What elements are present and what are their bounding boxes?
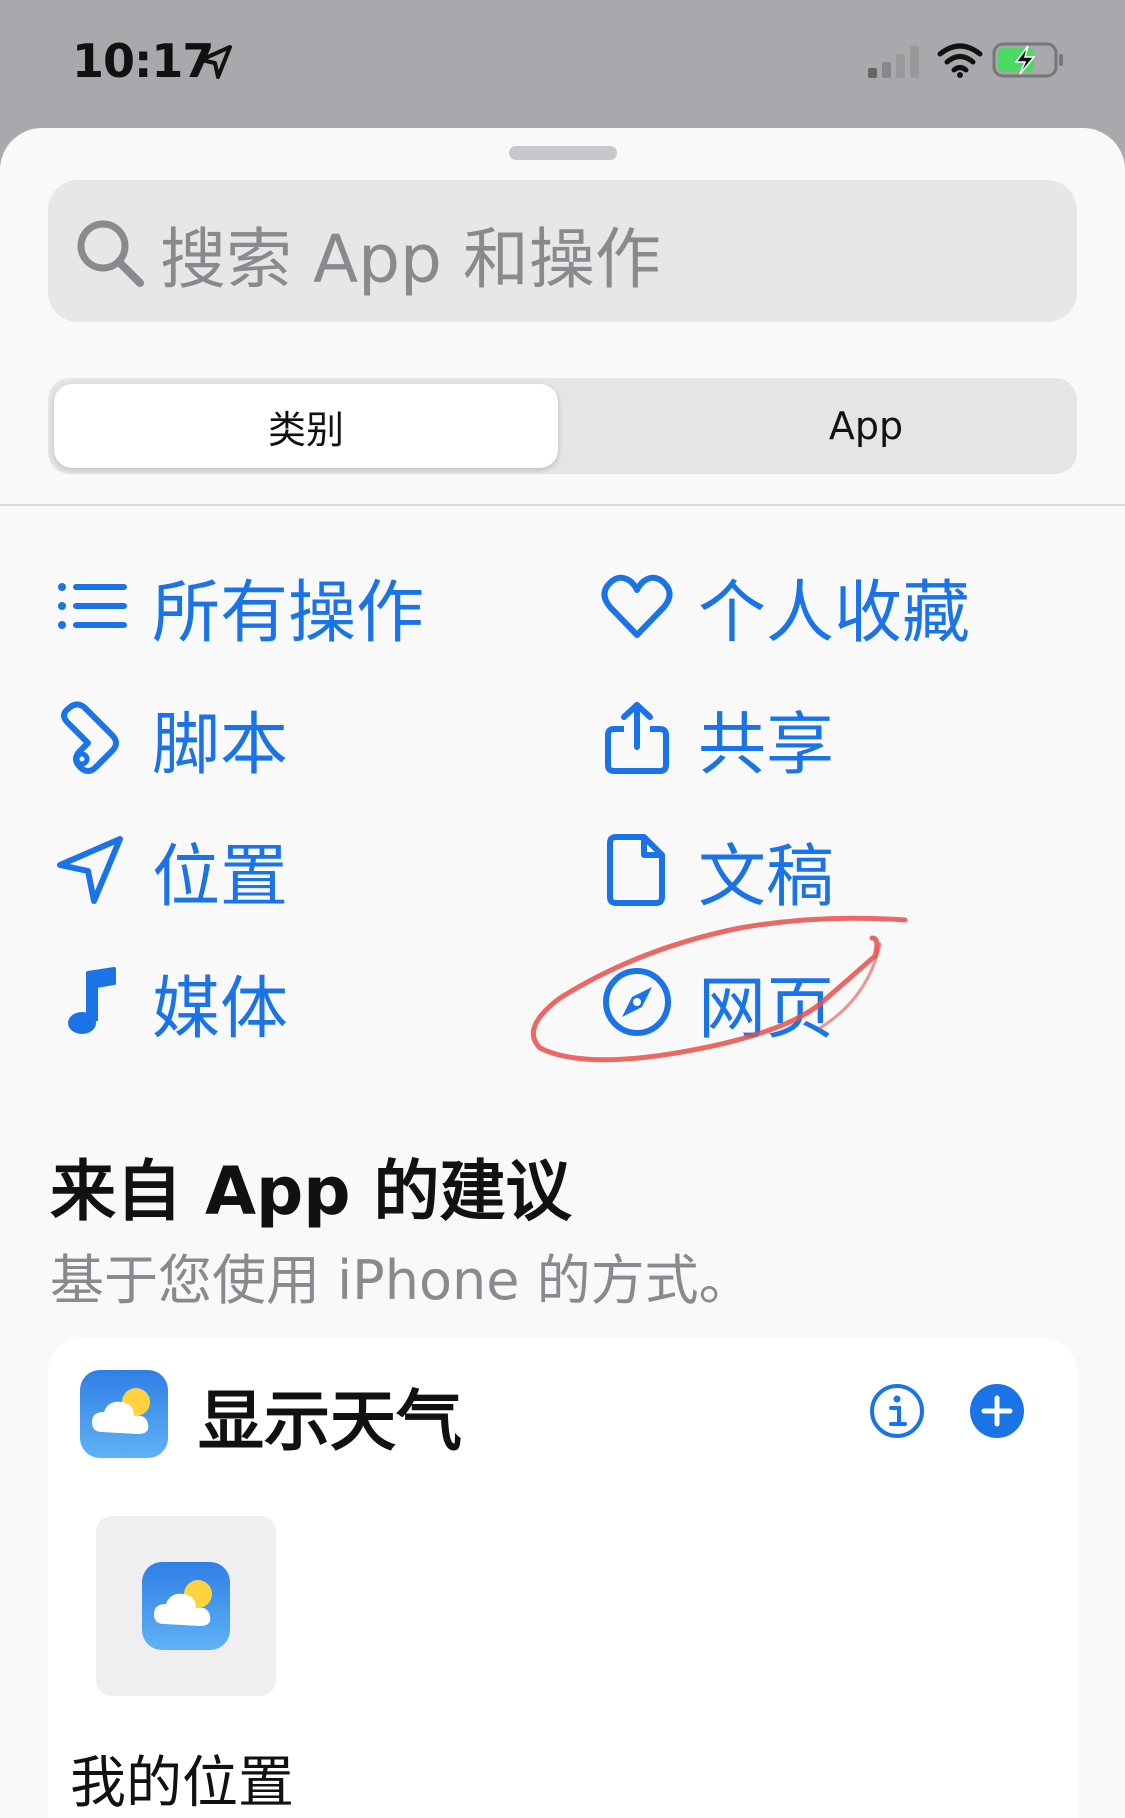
category-label: 脚本 [152,705,289,785]
category-label: 文稿 [698,837,835,917]
divider [0,504,1125,506]
category-label: 所有操作 [152,573,425,653]
category-location[interactable]: 位置 [54,820,288,920]
segment-app[interactable]: App [614,384,1118,468]
suggestions-subtitle: 基于您使用 iPhone 的方式。 [50,1249,753,1312]
weather-app-icon [142,1562,230,1650]
location-arrow-icon [199,45,232,79]
category-documents[interactable]: 文稿 [600,820,834,920]
category-label: 个人收藏 [698,573,971,653]
segmented-control: 类别 App [48,378,1077,474]
sheet-grabber[interactable] [509,146,617,160]
battery-charging-icon [992,42,1063,78]
parameter-tile[interactable] [96,1516,276,1696]
search-placeholder: 搜索 App 和操作 [160,221,661,298]
weather-app-icon [80,1370,168,1458]
action-sheet: 搜索 App 和操作 类别 App 所有操作 脚本 位置 媒体 个人收藏 共享 … [0,128,1125,1818]
category-all-actions[interactable]: 所有操作 [54,556,424,656]
scroll-icon [61,701,119,774]
category-web[interactable]: 网页 [600,952,834,1052]
category-scripting[interactable]: 脚本 [54,688,288,788]
compass-icon [603,968,671,1036]
category-label: 网页 [698,969,835,1049]
add-icon[interactable] [968,1382,1026,1440]
category-sharing[interactable]: 共享 [600,688,834,788]
search-icon [77,220,144,287]
tile-label: 我的位置 [70,1751,294,1816]
suggestions-title: 来自 App 的建议 [50,1153,572,1230]
share-icon [605,702,669,774]
category-favorites[interactable]: 个人收藏 [600,556,970,656]
status-bar: 10:17 [0,0,1125,128]
category-label: 位置 [152,837,289,917]
status-time: 10:17 [72,34,214,88]
category-label: 媒体 [152,969,289,1049]
screen: 10:17 搜索 App 和操作 类别 App 所有操作 脚本 位置 媒体 个人… [0,0,1125,1818]
list-icon [58,583,127,629]
suggestion-card[interactable]: 显示天气 我的位置 [48,1338,1077,1818]
info-icon[interactable] [868,1382,926,1440]
card-title: 显示天气 [198,1383,462,1460]
heart-icon [601,574,673,638]
signal-icon [868,46,919,78]
segment-category[interactable]: 类别 [54,384,558,468]
music-note-icon [68,967,116,1034]
category-media[interactable]: 媒体 [54,952,288,1052]
wifi-icon [937,43,983,78]
location-icon [57,836,123,904]
document-icon [607,834,665,906]
search-field[interactable]: 搜索 App 和操作 [48,180,1077,322]
category-label: 共享 [698,705,835,785]
